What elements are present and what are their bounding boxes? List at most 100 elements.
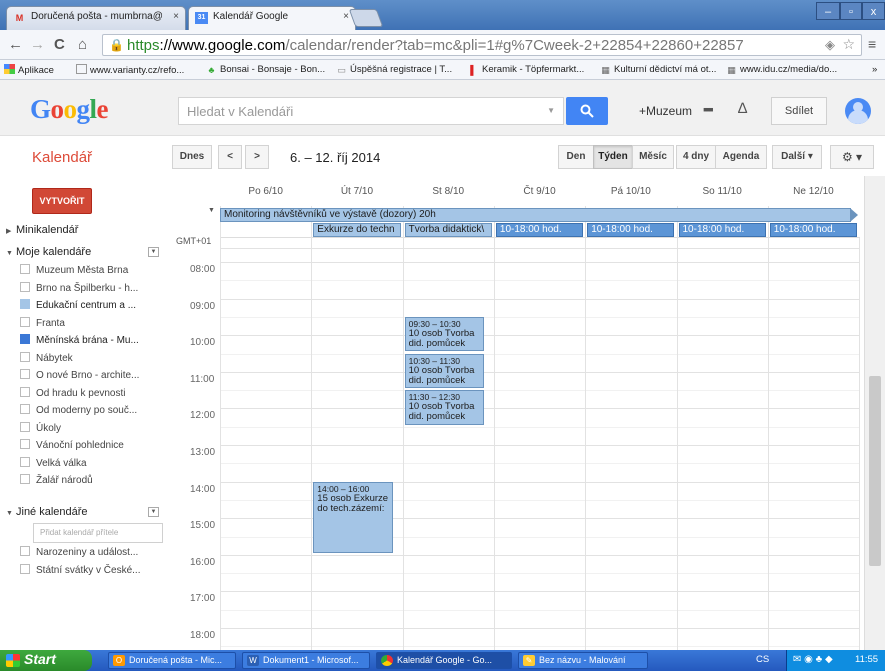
tray-icons[interactable]: ✉ ◉ ♣ ◆ — [793, 654, 833, 665]
calendar-checkbox[interactable] — [20, 386, 30, 397]
calendar-checkbox[interactable] — [20, 546, 30, 556]
calendar-list-item[interactable]: Od hradu k pevnosti — [20, 386, 170, 404]
calendar-checkbox[interactable] — [20, 456, 30, 467]
menu-icon[interactable]: ≡ — [868, 36, 876, 52]
share-button[interactable]: Sdílet — [771, 97, 827, 125]
calendar-list-item[interactable]: Franta — [20, 316, 170, 334]
allday-event[interactable]: 10-18:00 hod. — [495, 223, 584, 237]
maximize-button[interactable]: ▫ — [840, 2, 862, 20]
calendar-checkbox[interactable] — [20, 281, 30, 292]
timed-event[interactable]: 11:30 – 12:30 10 osob Tvorba did. pomůcek — [404, 390, 484, 425]
search-options-icon[interactable]: ▼ — [547, 106, 555, 115]
timed-event[interactable]: 10:30 – 11:30 10 osob Tvorba did. pomůcek — [404, 353, 484, 389]
minimize-button[interactable]: – — [816, 2, 840, 20]
allday-event[interactable]: Exkurze do techn — [313, 223, 401, 237]
calendar-title[interactable]: Kalendář — [32, 149, 92, 166]
tab-gmail[interactable]: M Doručená pošta - mumbrna@ × — [6, 6, 186, 30]
timed-event[interactable]: 09:30 – 10:30 10 osob Tvorba did. pomůcek — [404, 316, 484, 352]
apps-grid-icon[interactable]: ▪▪▪ — [703, 101, 714, 117]
allday-event[interactable]: Tvorba didaktick\ — [404, 223, 492, 237]
calendar-list-item[interactable]: Státní svátky v České... — [20, 564, 170, 581]
more-button[interactable]: Další ▾ — [772, 145, 822, 169]
allday-event[interactable]: 10-18:00 hod. — [587, 223, 675, 237]
view-week-button[interactable]: Týden — [593, 145, 633, 169]
calendar-list-item[interactable]: Edukační centrum a ... — [20, 299, 170, 316]
day-header[interactable]: St 8/10 — [403, 186, 494, 197]
new-tab-button[interactable] — [348, 9, 384, 27]
calendar-list-item[interactable]: Měnínská brána - Mu... — [20, 334, 170, 351]
calendar-list-item[interactable]: Brno na Špilberku - h... — [20, 281, 170, 299]
star-icon[interactable]: ☆ — [842, 36, 855, 53]
task-word[interactable]: W Dokument1 - Microsof... — [242, 652, 370, 669]
calendar-checkbox[interactable] — [20, 334, 30, 344]
minicalendar-toggle[interactable]: ▶ Minikalendář — [6, 224, 78, 236]
close-window-button[interactable]: x — [862, 2, 885, 20]
calendar-checkbox[interactable] — [20, 264, 30, 274]
bookmark-item[interactable]: ▦ www.idu.cz/media/do... — [726, 64, 837, 75]
calendar-list-item[interactable]: Narozeniny a událost... — [20, 546, 170, 563]
notifications-icon[interactable]: ∆ — [738, 100, 747, 117]
collapse-allday-icon[interactable]: ▼ — [208, 207, 215, 214]
calendar-checkbox[interactable] — [20, 369, 30, 379]
calendar-checkbox[interactable] — [20, 564, 30, 574]
calendar-list-item[interactable]: Velká válka — [20, 456, 170, 474]
tab-calendar[interactable]: 31 Kalendář Google × — [188, 6, 356, 30]
language-indicator[interactable]: CS — [756, 654, 769, 665]
calendar-list-item[interactable]: O nové Brno - archite... — [20, 369, 170, 386]
calendar-checkbox[interactable] — [20, 474, 30, 484]
today-button[interactable]: Dnes — [172, 145, 212, 169]
reload-icon[interactable]: C — [54, 36, 65, 53]
close-tab-icon[interactable]: × — [173, 11, 179, 22]
day-header[interactable]: Po 6/10 — [220, 186, 311, 197]
calendar-checkbox[interactable] — [20, 299, 30, 309]
allday-event[interactable]: Monitoring návštěvníků ve výstavě (dozor… — [220, 208, 852, 222]
home-icon[interactable]: ⌂ — [78, 36, 87, 53]
timed-event[interactable]: 14:00 – 16:00 15 osob Exkurze do tech.záz… — [313, 481, 393, 553]
search-button[interactable] — [566, 97, 608, 125]
bookmark-item[interactable]: ♣ Bonsai - Bonsaje - Bon... — [206, 64, 326, 75]
back-icon[interactable]: ← — [8, 36, 23, 53]
next-week-button[interactable]: > — [245, 145, 269, 169]
calendar-list-item[interactable]: Žalář národů — [20, 474, 170, 491]
calendar-list-item[interactable]: Nábytek — [20, 351, 170, 369]
bookmark-item[interactable]: ▭ Úspěšná registrace | T... — [336, 64, 452, 75]
calendar-checkbox[interactable] — [20, 316, 30, 327]
allday-event[interactable]: 10-18:00 hod. — [678, 223, 766, 237]
bookmark-apps[interactable]: Aplikace — [4, 64, 54, 76]
task-chrome[interactable]: Kalendář Google - Go... — [376, 652, 512, 669]
task-paint[interactable]: ✎ Bez názvu - Malování — [518, 652, 648, 669]
google-logo[interactable]: Google — [30, 94, 109, 125]
search-input[interactable]: Hledat v Kalendáři ▼ — [178, 97, 564, 125]
profile-name-link[interactable]: +Muzeum — [639, 104, 692, 118]
calendar-checkbox[interactable] — [20, 351, 30, 362]
close-tab-icon[interactable]: × — [343, 11, 349, 22]
forward-icon[interactable]: → — [30, 36, 45, 53]
calendar-list-item[interactable]: Od moderny po souč... — [20, 404, 170, 421]
day-header[interactable]: Čt 9/10 — [494, 186, 585, 197]
allday-event[interactable]: 10-18:00 hod. — [769, 223, 858, 237]
avatar[interactable] — [845, 98, 871, 124]
calendar-checkbox[interactable] — [20, 439, 30, 449]
calendar-checkbox[interactable] — [20, 404, 30, 414]
prev-week-button[interactable]: < — [218, 145, 242, 169]
calendar-list-item[interactable]: Vánoční pohlednice — [20, 439, 170, 456]
extension-icon[interactable]: ◈ — [825, 37, 835, 53]
other-calendars-header[interactable]: ▼ Jiné kalendáře ▼ — [6, 506, 159, 518]
view-day-button[interactable]: Den — [558, 145, 594, 169]
task-outlook[interactable]: O Doručená pošta - Mic... — [108, 652, 236, 669]
my-calendars-header[interactable]: ▼ Moje kalendáře ▼ — [6, 246, 159, 258]
view-month-button[interactable]: Měsíc — [632, 145, 674, 169]
add-friend-calendar-input[interactable]: Přidat kalendář přítele — [33, 523, 163, 543]
day-header[interactable]: So 11/10 — [677, 186, 768, 197]
more-bookmarks-icon[interactable]: » — [872, 64, 877, 75]
address-bar[interactable]: 🔒 https://www.google.com/calendar/render… — [102, 34, 862, 56]
dropdown-icon[interactable]: ▼ — [148, 507, 159, 517]
view-4days-button[interactable]: 4 dny — [676, 145, 716, 169]
create-event-button[interactable]: VYTVOŘIT — [32, 188, 92, 214]
bookmark-item[interactable]: ▦ Kulturní dědictví má ot... — [600, 64, 716, 75]
calendar-checkbox[interactable] — [20, 421, 30, 432]
day-header[interactable]: Ne 12/10 — [768, 186, 859, 197]
scrollbar[interactable] — [864, 176, 885, 650]
dropdown-icon[interactable]: ▼ — [148, 247, 159, 257]
view-agenda-button[interactable]: Agenda — [715, 145, 767, 169]
